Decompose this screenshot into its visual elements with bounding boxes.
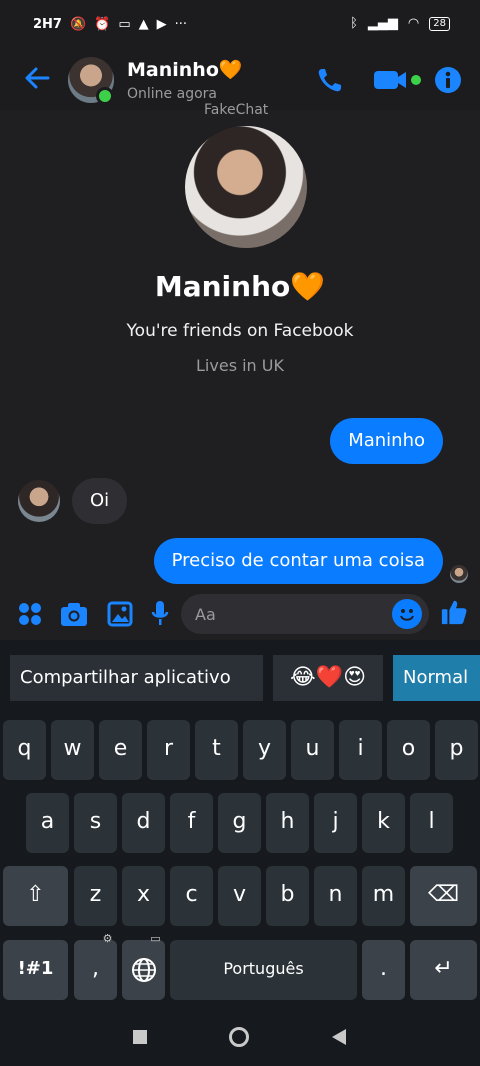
call-button[interactable] [314, 64, 346, 96]
info-icon [435, 67, 461, 93]
key-o[interactable]: o [387, 720, 430, 780]
enter-key[interactable]: ↵ [410, 940, 477, 1000]
bluetooth-icon: ᛒ [350, 16, 358, 31]
key-j[interactable]: j [314, 793, 357, 853]
status-bar: 2H7 🔕 ⏰ ▭ ▲ ▶ ··· ᛒ ▂▄▆ ◠ 28 [0, 0, 480, 50]
mute-icon: 🔕 [69, 17, 87, 32]
key-w[interactable]: w [51, 720, 94, 780]
backspace-key[interactable]: ⌫ [410, 866, 477, 926]
key-l[interactable]: l [410, 793, 453, 853]
chat-header: Maninho🧡 Online agora [0, 50, 480, 110]
lives-text: Lives in UK [196, 356, 284, 375]
keyboard: Compartilhar aplicativo 😂❤️😍 Normal q w … [0, 640, 480, 1008]
key-f[interactable]: f [170, 793, 213, 853]
arrow-left-icon [25, 67, 50, 89]
globe-icon [131, 958, 156, 982]
friends-text: You're friends on Facebook [126, 321, 354, 341]
warning-icon: ▲ [138, 17, 149, 32]
profile-picture[interactable] [185, 126, 307, 248]
alarm-icon: ⏰ [94, 17, 111, 32]
like-button[interactable] [440, 598, 468, 626]
back-nav-button[interactable] [328, 1026, 350, 1048]
period-key[interactable]: . [362, 940, 405, 1000]
notification-icon: ▭ [118, 17, 131, 32]
key-d[interactable]: d [122, 793, 165, 853]
comma-key[interactable]: ⚙ , [74, 932, 117, 1000]
key-r[interactable]: r [147, 720, 190, 780]
suggestion-emojis[interactable]: 😂❤️😍 [273, 655, 383, 701]
comma-label: , [92, 956, 99, 981]
key-u[interactable]: u [291, 720, 334, 780]
image-icon [107, 601, 133, 627]
more-status-icon: ··· [174, 17, 188, 32]
contact-name[interactable]: Maninho🧡 [127, 58, 243, 81]
suggestion-share-app[interactable]: Compartilhar aplicativo [10, 655, 263, 701]
message-composer [0, 588, 480, 640]
key-k[interactable]: k [362, 793, 405, 853]
key-q[interactable]: q [3, 720, 46, 780]
circle-icon [229, 1027, 249, 1047]
apps-button[interactable] [16, 600, 44, 628]
message-bubble-outgoing[interactable]: Preciso de contar uma coisa [153, 538, 443, 584]
camera-button[interactable] [60, 600, 88, 628]
key-v[interactable]: v [218, 866, 261, 926]
message-bubble-incoming[interactable]: Oi [72, 478, 128, 524]
square-icon [133, 1030, 147, 1044]
key-c[interactable]: c [170, 866, 213, 926]
key-i[interactable]: i [339, 720, 382, 780]
profile-name: Maninho🧡 [154, 270, 326, 303]
emoji-icon [400, 609, 414, 621]
emoji-button[interactable] [392, 599, 422, 629]
video-camera-icon [374, 71, 421, 89]
online-indicator [96, 87, 114, 105]
status-time: 2H7 [33, 17, 62, 32]
wifi-icon: ◠ [407, 16, 420, 31]
camera-icon [61, 603, 87, 626]
thumbs-up-icon [441, 600, 467, 625]
key-z[interactable]: z [74, 866, 117, 926]
video-call-button[interactable] [372, 64, 422, 96]
gallery-button[interactable] [106, 600, 134, 628]
key-n[interactable]: n [314, 866, 357, 926]
sender-avatar[interactable] [18, 480, 60, 522]
key-b[interactable]: b [266, 866, 309, 926]
message-bubble-outgoing[interactable]: Maninho [330, 418, 443, 464]
key-x[interactable]: x [122, 866, 165, 926]
phone-icon [318, 69, 341, 92]
back-button[interactable] [22, 62, 54, 94]
key-a[interactable]: a [26, 793, 69, 853]
key-m[interactable]: m [362, 866, 405, 926]
apps-grid-icon [19, 603, 41, 625]
key-g[interactable]: g [218, 793, 261, 853]
signal-icon: ▂▄▆ [367, 16, 398, 31]
contact-status: Online agora [127, 86, 217, 102]
recents-button[interactable] [129, 1026, 151, 1048]
youtube-icon: ▶ [156, 17, 167, 32]
system-nav-bar [0, 1008, 480, 1066]
symbols-key[interactable]: !#1 [3, 940, 68, 1000]
key-h[interactable]: h [266, 793, 309, 853]
home-button[interactable] [228, 1026, 250, 1048]
key-s[interactable]: s [74, 793, 117, 853]
microphone-icon [151, 601, 169, 625]
key-t[interactable]: t [195, 720, 238, 780]
watermark: FakeChat [204, 102, 269, 118]
key-y[interactable]: y [243, 720, 286, 780]
battery-indicator: 28 [429, 16, 450, 31]
seen-receipt-avatar [450, 565, 468, 583]
voice-button[interactable] [146, 600, 174, 628]
language-key[interactable]: ▭ [122, 932, 165, 1000]
space-key[interactable]: Português [170, 940, 357, 1000]
suggestion-normal[interactable]: Normal [393, 655, 480, 701]
triangle-back-icon [332, 1029, 346, 1045]
shift-key[interactable]: ⇧ [3, 866, 68, 926]
key-p[interactable]: p [435, 720, 478, 780]
info-button[interactable] [432, 64, 464, 96]
key-e[interactable]: e [99, 720, 142, 780]
